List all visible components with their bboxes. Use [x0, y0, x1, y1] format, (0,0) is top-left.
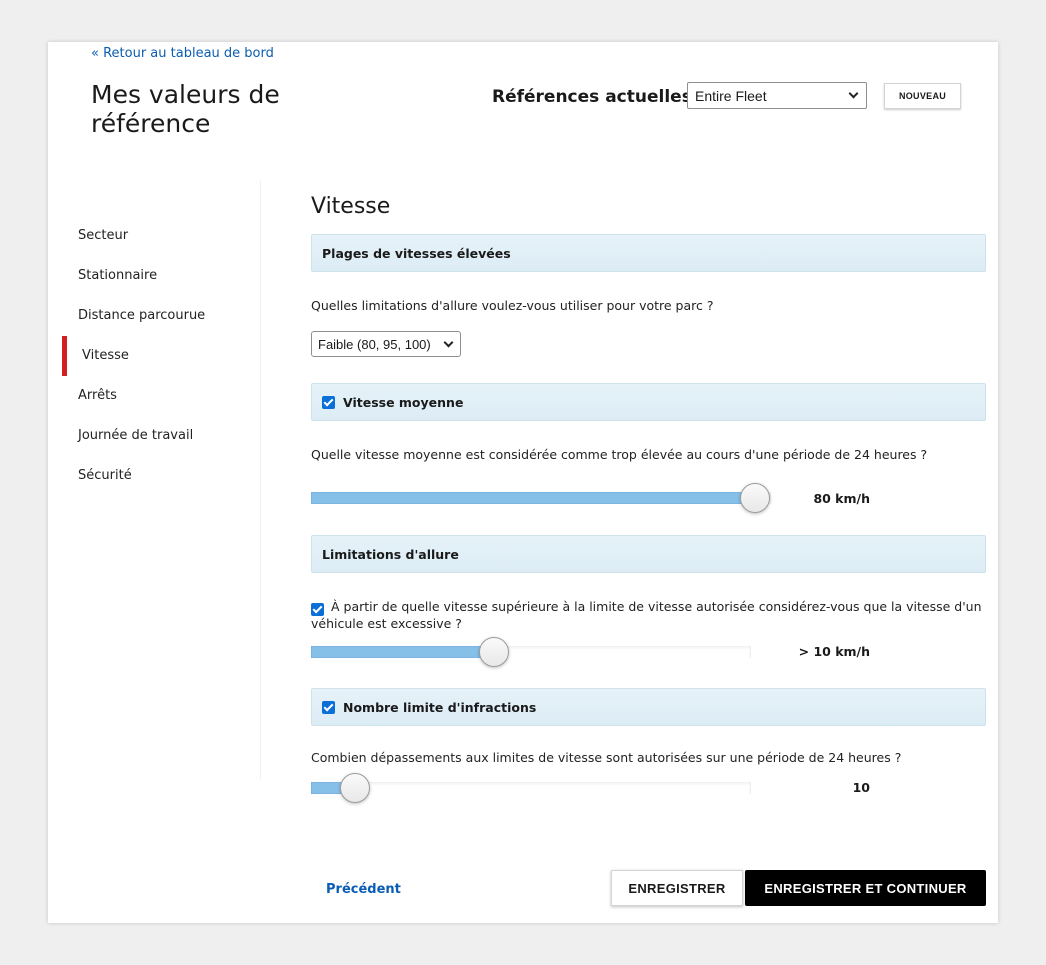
violations-header-label: Nombre limite d'infractions: [343, 699, 537, 715]
main-panel: « Retour au tableau de bord Mes valeurs …: [48, 42, 998, 923]
chevron-down-icon: [848, 88, 859, 99]
violations-value: 10: [852, 780, 870, 795]
speed-excess-slider-handle[interactable]: [479, 637, 509, 667]
new-button[interactable]: NOUVEAU: [884, 83, 961, 109]
sidebar-item-securite[interactable]: Sécurité: [48, 456, 260, 496]
violations-slider-handle[interactable]: [340, 773, 370, 803]
speed-excess-slider[interactable]: [311, 637, 751, 667]
references-select[interactable]: Entire Fleet: [687, 82, 867, 109]
page-title: Mes valeurs de référence: [91, 80, 280, 138]
back-to-dashboard-link[interactable]: « Retour au tableau de bord: [91, 46, 274, 61]
high-speed-header: Plages de vitesses élevées: [311, 234, 986, 272]
sidebar-item-stationnaire[interactable]: Stationnaire: [48, 256, 260, 296]
speed-limits-header-label: Limitations d'allure: [322, 546, 459, 562]
current-references-label: Références actuelles :: [492, 87, 705, 107]
references-selected-value: Entire Fleet: [695, 87, 767, 104]
sidebar-item-secteur[interactable]: Secteur: [48, 216, 260, 256]
speed-limits-question: À partir de quelle vitesse supérieure à …: [311, 599, 982, 631]
violations-checkbox[interactable]: [322, 700, 335, 714]
avg-speed-value: 80 km/h: [813, 491, 870, 506]
sidebar-item-journee[interactable]: Journée de travail: [48, 416, 260, 456]
avg-speed-slider-handle[interactable]: [740, 483, 770, 513]
speed-excess-value: > 10 km/h: [798, 644, 870, 659]
avg-speed-header-label: Vitesse moyenne: [343, 394, 464, 410]
section-title: Vitesse: [311, 194, 391, 219]
high-speed-header-label: Plages de vitesses élevées: [322, 245, 511, 261]
save-and-continue-button[interactable]: ENREGISTRER ET CONTINUER: [745, 870, 986, 906]
sidebar-item-arrets[interactable]: Arrêts: [48, 376, 260, 416]
speed-excess-slider-fill: [311, 646, 494, 658]
sidebar-item-distance[interactable]: Distance parcourue: [48, 296, 260, 336]
speed-limits-selected-value: Faible (80, 95, 100): [318, 336, 431, 352]
avg-speed-slider-fill: [311, 492, 755, 504]
violations-slider[interactable]: [311, 773, 751, 803]
violations-question: Combien dépassements aux limites de vite…: [311, 750, 902, 765]
sidebar-nav: Secteur Stationnaire Distance parcourue …: [48, 216, 260, 496]
violations-header: Nombre limite d'infractions: [311, 688, 986, 726]
avg-speed-slider[interactable]: [311, 483, 771, 513]
save-button[interactable]: ENREGISTRER: [611, 870, 743, 906]
high-speed-question: Quelles limitations d'allure voulez-vous…: [311, 298, 714, 313]
sidebar-divider: [260, 180, 261, 780]
previous-link[interactable]: Précédent: [326, 882, 401, 897]
chevron-down-icon: [443, 337, 454, 347]
speed-limits-header: Limitations d'allure: [311, 535, 986, 573]
sidebar-item-vitesse[interactable]: Vitesse: [48, 336, 260, 376]
avg-speed-checkbox[interactable]: [322, 395, 335, 409]
speed-limits-checkbox[interactable]: [311, 603, 324, 616]
speed-limits-question-row: À partir de quelle vitesse supérieure à …: [311, 599, 986, 631]
speed-limits-select[interactable]: Faible (80, 95, 100): [311, 331, 461, 357]
avg-speed-question: Quelle vitesse moyenne est considérée co…: [311, 447, 928, 462]
avg-speed-header: Vitesse moyenne: [311, 383, 986, 421]
